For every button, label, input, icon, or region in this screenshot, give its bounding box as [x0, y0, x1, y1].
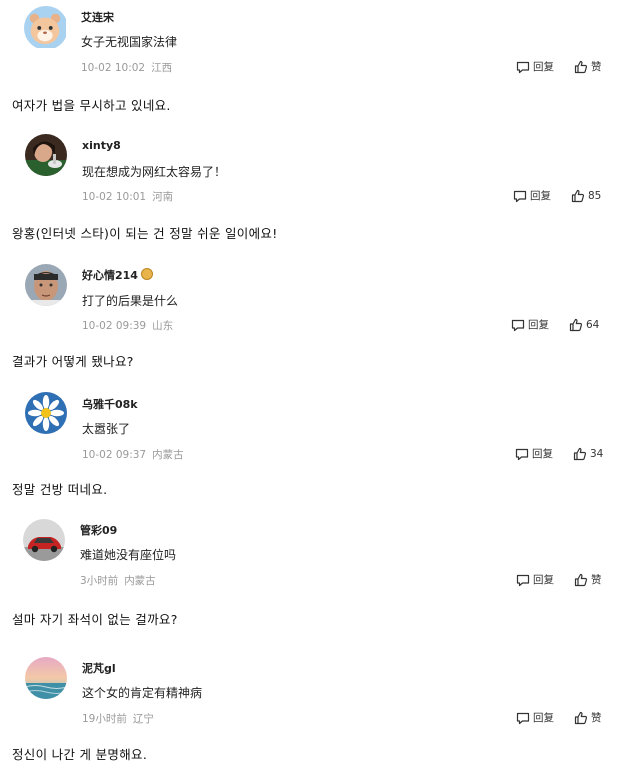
username[interactable]: 管彩09 — [80, 522, 117, 538]
translation-text: 결과가 어떻게 됐나요? — [12, 354, 134, 369]
comment-location: 江西 — [151, 62, 173, 74]
comment-actions: 回复 赞 — [516, 572, 602, 587]
comment-location: 辽宁 — [132, 713, 154, 725]
reply-button[interactable]: 回复 — [516, 572, 554, 587]
like-button[interactable]: 赞 — [574, 59, 602, 74]
comment-time: 10-02 10:01 — [82, 191, 147, 203]
comment-meta: 3小时前 内蒙古 — [80, 573, 156, 588]
like-button[interactable]: 赞 — [574, 710, 602, 725]
user-avatar[interactable] — [24, 6, 68, 50]
like-count: 64 — [586, 318, 600, 331]
username[interactable]: 泥芃gl — [82, 660, 116, 676]
translation-text: 여자가 법을 무시하고 있네요. — [12, 98, 171, 113]
translation-text: 정말 건방 떠네요. — [12, 482, 108, 497]
photo-person-avatar-icon — [25, 134, 67, 176]
reply-button[interactable]: 回复 — [516, 710, 554, 725]
reply-button[interactable]: 回复 — [515, 446, 553, 461]
like-count: 赞 — [591, 61, 602, 73]
like-count: 34 — [590, 447, 604, 460]
comment-time: 3小时前 — [80, 575, 119, 587]
comment-time: 10-02 09:39 — [82, 320, 147, 332]
reply-label: 回复 — [530, 190, 551, 202]
comment-location: 内蒙古 — [124, 575, 156, 587]
user-avatar[interactable] — [23, 519, 65, 561]
user-avatar[interactable] — [25, 264, 67, 306]
daisy-flower-avatar-icon — [25, 392, 67, 434]
user-avatar[interactable] — [25, 134, 67, 176]
comment-time: 10-02 09:37 — [82, 449, 147, 461]
translation-text: 설마 자기 좌석이 없는 걸까요? — [12, 612, 178, 627]
like-count: 赞 — [591, 574, 602, 586]
thumbs-up-icon — [569, 318, 583, 331]
reply-button[interactable]: 回复 — [511, 317, 549, 332]
reply-icon — [516, 61, 530, 73]
reply-label: 回复 — [533, 574, 554, 586]
comment-text: 现在想成为网红太容易了！ — [82, 165, 227, 179]
username-text: 好心情214 — [82, 269, 138, 282]
comment-actions: 回复 85 — [513, 188, 601, 203]
username[interactable]: xinty8 — [82, 139, 121, 152]
comment-actions: 回复 赞 — [516, 710, 602, 725]
reply-label: 回复 — [533, 61, 554, 73]
reply-icon — [516, 712, 530, 724]
reply-icon — [515, 448, 529, 460]
comment-time: 10-02 10:02 — [81, 62, 146, 74]
reply-button[interactable]: 回复 — [513, 188, 551, 203]
comment-actions: 回复 34 — [515, 446, 603, 461]
like-count: 85 — [588, 189, 602, 202]
comment-text: 太嚣张了 — [82, 422, 131, 436]
reply-label: 回复 — [532, 448, 553, 460]
comment-actions: 回复 赞 — [516, 59, 602, 74]
comment-time: 19小时前 — [82, 713, 127, 725]
comment-meta: 10-02 09:39 山东 — [82, 318, 173, 333]
like-button[interactable]: 85 — [571, 189, 601, 203]
red-car-avatar-icon — [23, 519, 65, 561]
reply-label: 回复 — [528, 319, 549, 331]
comment-text: 女子无视国家法律 — [81, 35, 178, 49]
like-button[interactable]: 赞 — [574, 572, 602, 587]
reply-button[interactable]: 回复 — [516, 59, 554, 74]
thumbs-up-icon — [573, 447, 587, 460]
reply-label: 回复 — [533, 712, 554, 724]
comment-text: 难道她没有座位吗 — [80, 548, 177, 562]
translation-text: 왕홍(인터넷 스타)이 되는 건 정말 쉬운 일이에요! — [12, 226, 278, 241]
comment-meta: 10-02 10:01 河南 — [82, 189, 173, 204]
comment-location: 河南 — [152, 191, 174, 203]
comment-text: 打了的后果是什么 — [82, 294, 179, 308]
like-count: 赞 — [591, 712, 602, 724]
reply-icon — [513, 190, 527, 202]
reply-icon — [511, 319, 525, 331]
comment-meta: 19小时前 辽宁 — [82, 711, 154, 726]
reply-icon — [516, 574, 530, 586]
user-avatar[interactable] — [25, 657, 67, 699]
comment-meta: 10-02 09:37 内蒙古 — [82, 447, 184, 462]
cartoon-hamster-avatar-icon — [24, 6, 66, 48]
comment-location: 内蒙古 — [152, 449, 184, 461]
username[interactable]: 艾连宋 — [81, 9, 114, 25]
user-avatar[interactable] — [25, 392, 67, 434]
comment-location: 山东 — [152, 320, 174, 332]
sunset-sea-avatar-icon — [25, 657, 67, 699]
thumbs-up-icon — [574, 60, 588, 73]
username[interactable]: 乌雅千08k — [82, 396, 138, 412]
thumbs-up-icon — [571, 189, 585, 202]
comment-meta: 10-02 10:02 江西 — [81, 60, 172, 75]
comment-text: 这个女的肯定有精神病 — [82, 686, 203, 700]
like-button[interactable]: 64 — [569, 318, 599, 332]
thumbs-up-icon — [574, 573, 588, 586]
man-face-avatar-icon — [25, 264, 67, 306]
comment-actions: 回复 64 — [511, 317, 599, 332]
thumbs-up-icon — [574, 711, 588, 724]
translation-text: 정신이 나간 게 분명해요. — [12, 747, 148, 762]
user-badge-icon — [140, 268, 153, 280]
username[interactable]: 好心情214 — [82, 267, 153, 283]
like-button[interactable]: 34 — [573, 447, 603, 461]
